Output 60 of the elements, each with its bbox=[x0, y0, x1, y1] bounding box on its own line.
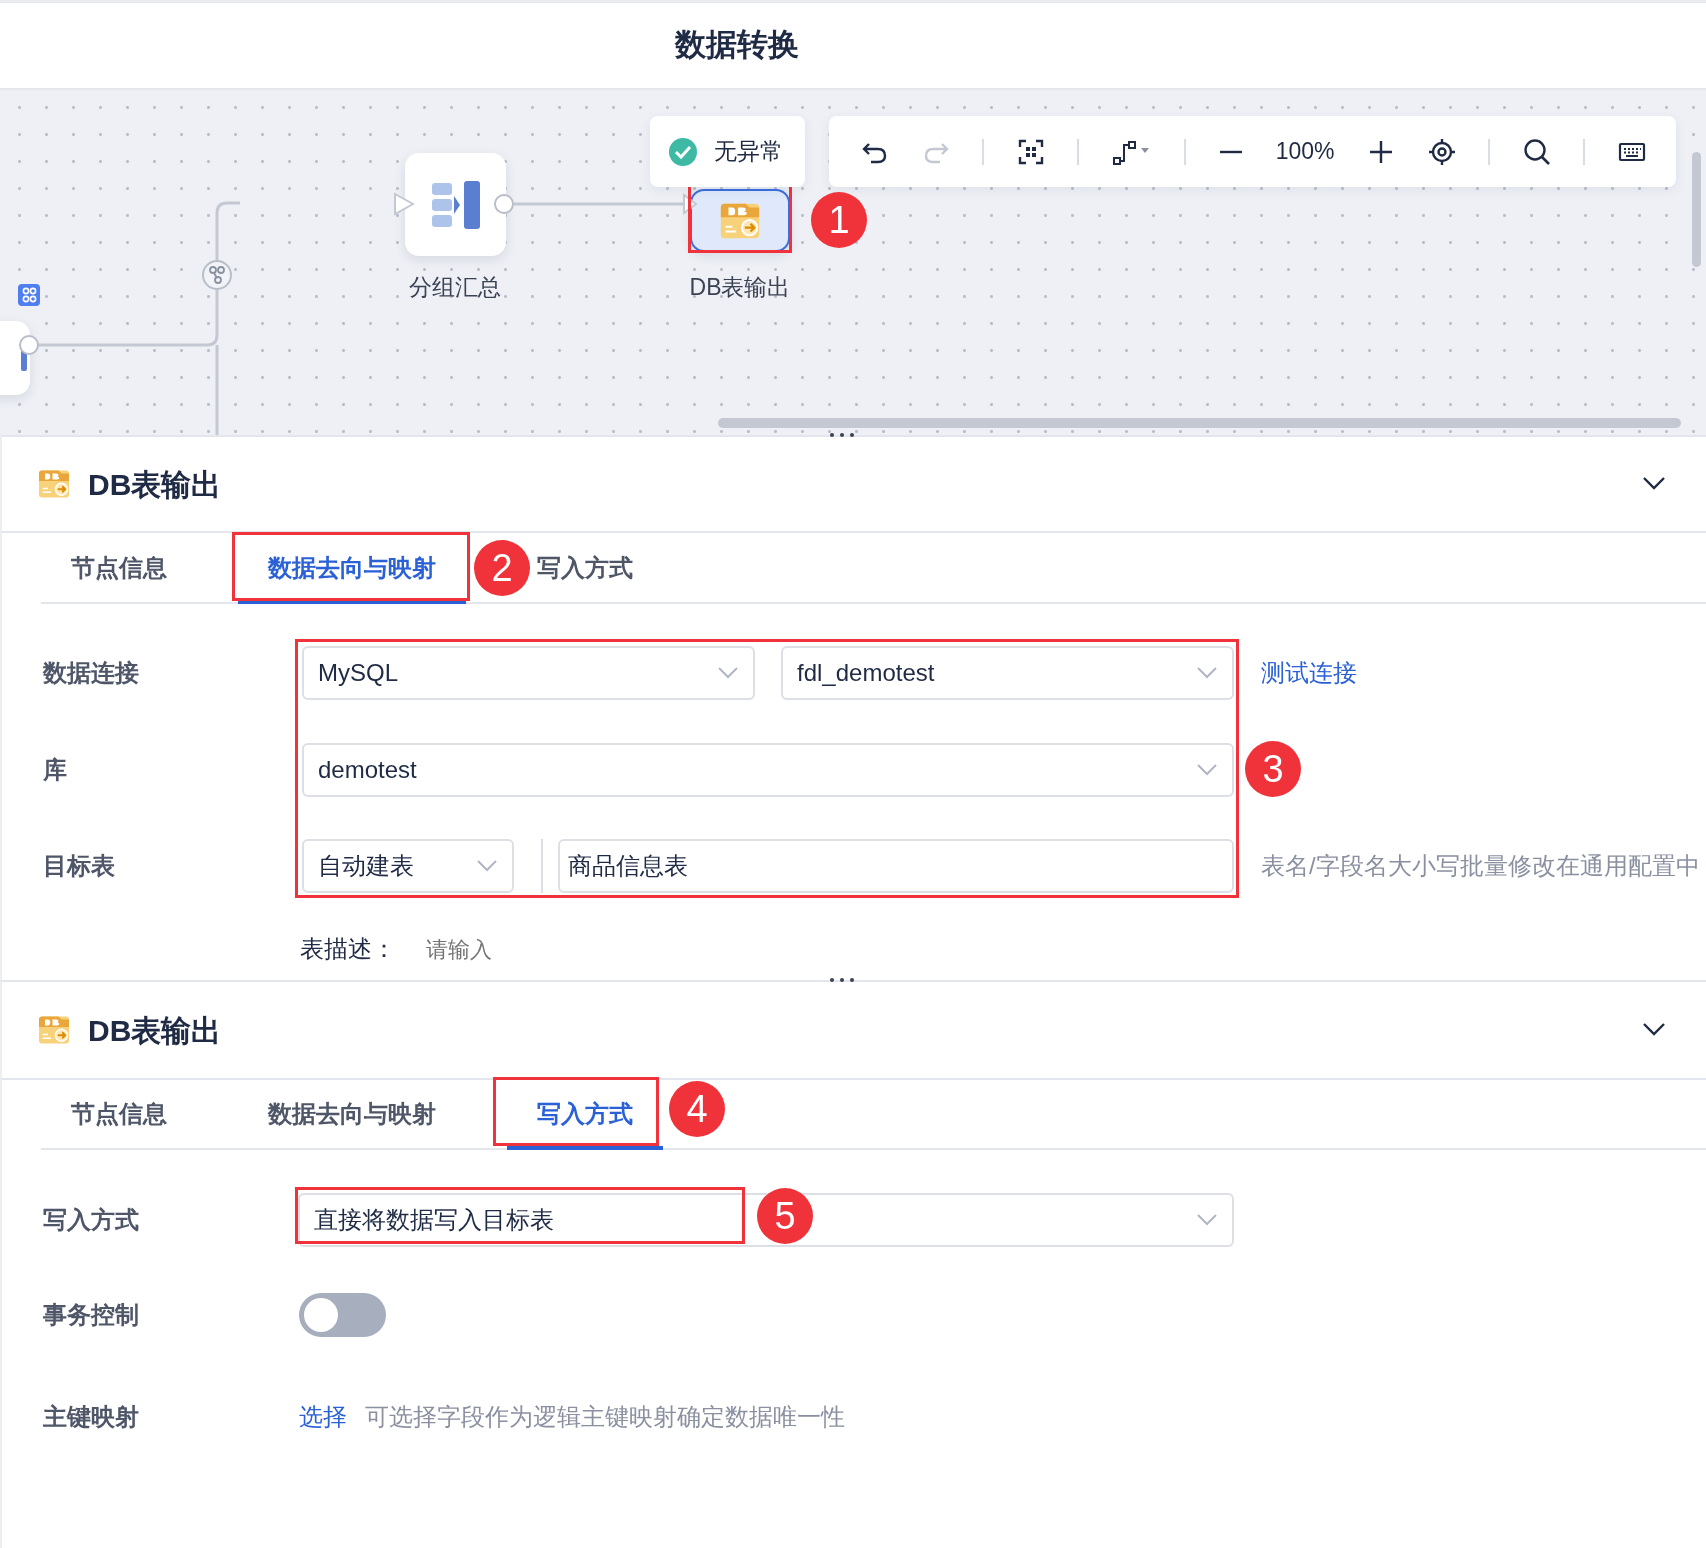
zoom-out-button[interactable] bbox=[1219, 149, 1244, 154]
step-number: 4 bbox=[669, 1081, 725, 1137]
panel-title: DB表输出 bbox=[88, 466, 222, 503]
field-label: 主键映射 bbox=[43, 1402, 140, 1432]
tab[interactable]: 节点信息 bbox=[67, 547, 171, 588]
hint-text: 表名/字段名大小写批量修改在通用配置中 bbox=[1261, 851, 1700, 881]
locate-icon bbox=[1427, 137, 1456, 166]
field-label: 写入方式 bbox=[43, 1205, 140, 1235]
input-port-icon bbox=[682, 193, 698, 215]
search-button[interactable] bbox=[1522, 137, 1551, 166]
node-label: 分组汇总 bbox=[409, 273, 501, 302]
select-field[interactable]: fdl_demotest bbox=[781, 646, 1234, 700]
drag-handle-icon[interactable] bbox=[828, 976, 856, 984]
locate-button[interactable] bbox=[1427, 137, 1456, 166]
horizontal-scrollbar[interactable] bbox=[718, 418, 1681, 428]
field-label: 表描述： bbox=[300, 934, 396, 964]
input-port-icon bbox=[393, 192, 415, 216]
fit-view-icon bbox=[1016, 137, 1045, 166]
status-label: 无异常 bbox=[714, 137, 783, 167]
field-label: 库 bbox=[43, 755, 68, 785]
zoom-out-icon bbox=[1219, 149, 1244, 154]
flow-node[interactable] bbox=[690, 189, 790, 252]
zoom-level: 100% bbox=[1275, 137, 1335, 167]
group-icon bbox=[429, 179, 482, 230]
node-label: DB表输出 bbox=[689, 273, 791, 302]
field-label: 目标表 bbox=[43, 851, 116, 881]
tab[interactable]: 写入方式 bbox=[533, 547, 637, 588]
step-number: 2 bbox=[474, 540, 530, 596]
chevron-down-icon[interactable] bbox=[1642, 476, 1666, 492]
chevron-down-icon bbox=[717, 666, 739, 680]
chevron-down-icon bbox=[476, 859, 498, 873]
drag-handle-icon[interactable] bbox=[828, 431, 856, 439]
test-connection-link[interactable]: 测试连接 bbox=[1261, 655, 1357, 691]
tab[interactable]: 数据去向与映射 bbox=[264, 1094, 440, 1134]
chevron-down-icon bbox=[1196, 1213, 1218, 1227]
tab[interactable]: 数据去向与映射 bbox=[264, 547, 440, 588]
step-number: 3 bbox=[1245, 741, 1301, 797]
table-name-field[interactable]: 商品信息表 bbox=[558, 839, 1234, 893]
search-icon bbox=[1522, 137, 1551, 166]
chevron-down-icon bbox=[1196, 763, 1218, 777]
fit-view-button[interactable] bbox=[1016, 137, 1045, 166]
tab[interactable]: 写入方式 bbox=[533, 1094, 637, 1134]
chevron-down-icon bbox=[1196, 666, 1218, 680]
vertical-scrollbar[interactable] bbox=[1692, 152, 1701, 267]
panel-title: DB表输出 bbox=[88, 1012, 222, 1049]
select-link[interactable]: 选择 bbox=[299, 1399, 347, 1435]
chevron-down-icon[interactable] bbox=[1642, 1022, 1666, 1038]
select-field[interactable]: 自动建表 bbox=[302, 839, 514, 893]
description-field[interactable]: 请输入 bbox=[424, 931, 824, 967]
select-field[interactable]: demotest bbox=[302, 743, 1234, 797]
port-icon bbox=[18, 334, 40, 356]
flow-node[interactable] bbox=[405, 153, 506, 256]
page-title: 数据转换 bbox=[675, 26, 799, 65]
select-field[interactable]: MySQL bbox=[302, 646, 755, 700]
field-label: 事务控制 bbox=[43, 1300, 140, 1330]
port-icon bbox=[493, 193, 515, 215]
toggle-switch[interactable] bbox=[299, 1293, 386, 1337]
hint-text: 可选择字段作为逻辑主键映射确定数据唯一性 bbox=[365, 1402, 845, 1432]
field-label: 数据连接 bbox=[43, 658, 140, 688]
tab[interactable]: 节点信息 bbox=[67, 1094, 171, 1134]
